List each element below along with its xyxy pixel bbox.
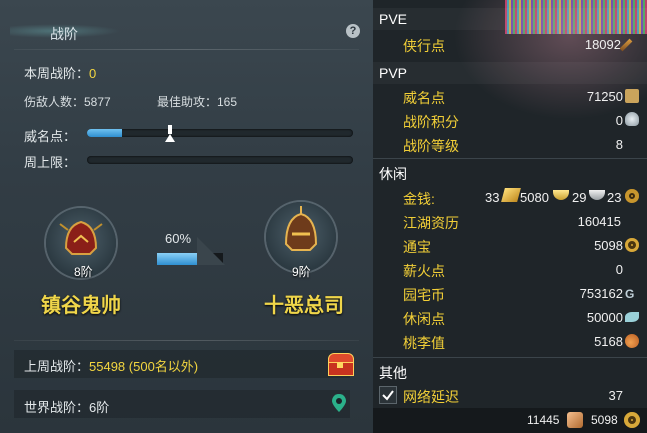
help-icon[interactable]: ? <box>346 24 360 38</box>
triangle-marker-icon <box>165 134 175 142</box>
yuanzhai-label: 园宅币 <box>403 287 445 303</box>
gold-ingot-icon <box>501 188 521 202</box>
rank-progress-fill <box>157 253 197 265</box>
xiaxing-value: 18092 <box>584 37 621 52</box>
divider <box>373 357 647 358</box>
silver-icon <box>589 190 605 200</box>
money-label: 金钱: <box>403 191 435 207</box>
hand-icon <box>567 412 583 428</box>
pvp-title: PVP <box>379 65 408 81</box>
section-pve <box>373 8 647 30</box>
treasure-chest-icon[interactable] <box>326 350 354 376</box>
leisure-title: 休闲 <box>379 166 407 182</box>
leaf-icon <box>625 312 639 322</box>
latency-checkbox[interactable] <box>379 386 397 404</box>
other-title: 其他 <box>379 365 407 381</box>
rank-level-label: 战阶等级 <box>403 138 459 154</box>
pve-title: PVE <box>379 11 408 27</box>
bottom-right-value: 5098 <box>591 413 618 427</box>
prestige-points-label: 威名点 <box>403 90 445 106</box>
money-copper1: 29 <box>572 190 587 205</box>
last-week-value: 55498 (500名以外) <box>89 359 199 374</box>
money-copper2: 23 <box>607 190 622 205</box>
jianghu-value: 160415 <box>577 214 621 229</box>
section-pvp <box>373 62 647 84</box>
shield-icon <box>625 112 639 126</box>
currency-panel: PVE 侠行点 18092 PVP 威名点 71250 战阶积分 0 战阶等级 … <box>373 0 647 433</box>
prestige-icon <box>625 89 639 103</box>
panel-header: 战阶 ? <box>0 0 373 46</box>
last-week-label: 上周战阶： <box>24 359 90 374</box>
leisure-points-value: 50000 <box>586 310 623 325</box>
current-rank-level: 8阶 <box>74 265 93 279</box>
taoli-label: 桃李值 <box>403 335 445 351</box>
weekly-rank: 本周战阶：0 <box>24 63 96 82</box>
weekly-cap-label: 周上限： <box>24 155 77 170</box>
tongbao-label: 通宝 <box>403 239 431 255</box>
bottom-bar: 11445 5098 <box>373 408 647 433</box>
best-assist: 最佳助攻：165 <box>157 95 238 109</box>
divider <box>14 49 359 50</box>
kills-count: 伤敌人数：5877 <box>24 95 111 109</box>
next-rank-badge[interactable] <box>266 202 336 272</box>
coin-icon <box>625 238 639 252</box>
g-coin-icon: G <box>625 287 635 301</box>
panel-title: 战阶 <box>50 26 78 42</box>
yuanzhai-value: 753162 <box>579 286 623 301</box>
coin-icon <box>624 412 640 428</box>
world-rank: 世界战阶：6阶 <box>24 400 110 415</box>
prestige-bar-fill <box>87 129 122 137</box>
weekly-rank-label: 本周战阶： <box>24 66 90 81</box>
tongbao-value: 5098 <box>594 238 623 253</box>
xinhuo-value: 0 <box>615 262 623 277</box>
silver-ingot-icon <box>553 190 569 200</box>
weekly-rank-value: 0 <box>89 66 97 81</box>
latency-value: 37 <box>608 388 623 403</box>
divider <box>373 158 647 159</box>
next-rank-level: 9阶 <box>292 265 311 279</box>
location-pin-icon[interactable] <box>331 393 347 413</box>
rank-panel: 战阶 ? 本周战阶：0 伤敌人数：5877 最佳助攻：165 威名点： 周上限：… <box>0 0 373 433</box>
current-rank-name: 镇谷鬼帅 <box>41 293 121 317</box>
helmet-icon <box>284 206 318 251</box>
leisure-points-label: 休闲点 <box>403 311 445 327</box>
check-icon <box>382 390 394 401</box>
jianghu-label: 江湖资历 <box>403 215 459 231</box>
gourd-icon <box>625 334 639 348</box>
xinhuo-label: 薪火点 <box>403 263 445 279</box>
prestige-points-value: 71250 <box>586 89 623 104</box>
money-gold: 33 <box>485 190 500 205</box>
bottom-left-value: 11445 <box>527 413 560 427</box>
rank-score-label: 战阶积分 <box>403 114 459 130</box>
divider <box>14 340 359 341</box>
next-rank-name: 十恶总司 <box>264 293 344 317</box>
money-silver: 5080 <box>520 190 549 205</box>
latency-label: 网络延迟 <box>403 389 459 405</box>
xiaxing-label: 侠行点 <box>403 38 445 54</box>
taoli-value: 5168 <box>594 334 623 349</box>
rank-level-value: 8 <box>615 137 623 152</box>
progress-wedge-icon <box>197 237 225 265</box>
rank-score-value: 0 <box>615 113 623 128</box>
weekly-cap-bar <box>87 156 353 164</box>
last-week-rank: 上周战阶：55498 (500名以外) <box>24 356 198 375</box>
prestige-bar <box>87 125 353 142</box>
prestige-label: 威名点： <box>24 129 77 144</box>
progress-percent: 60% <box>165 231 192 246</box>
copper-coin-icon <box>625 189 639 203</box>
prestige-marker-icon <box>168 125 172 134</box>
